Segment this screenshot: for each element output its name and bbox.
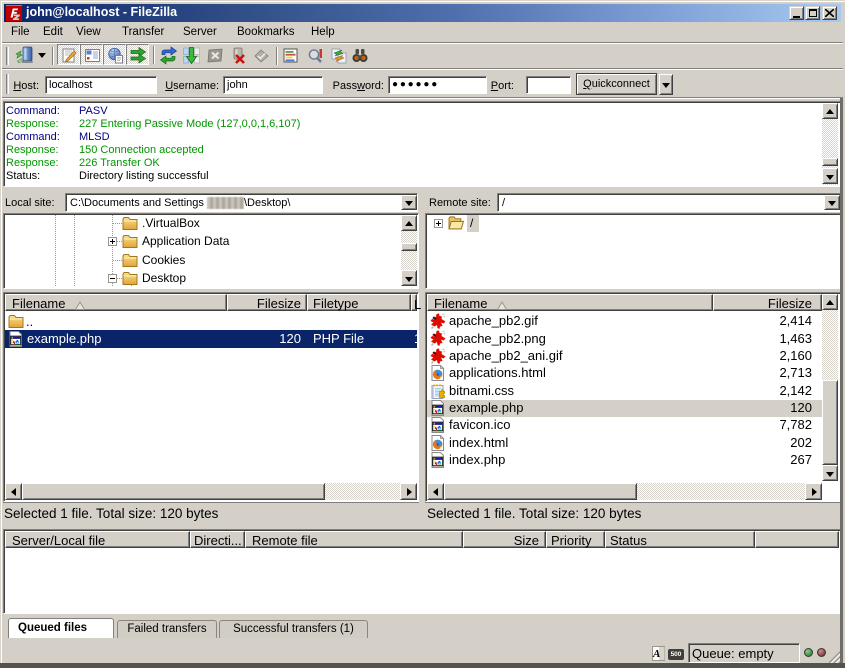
- svg-text:A: A: [652, 648, 660, 660]
